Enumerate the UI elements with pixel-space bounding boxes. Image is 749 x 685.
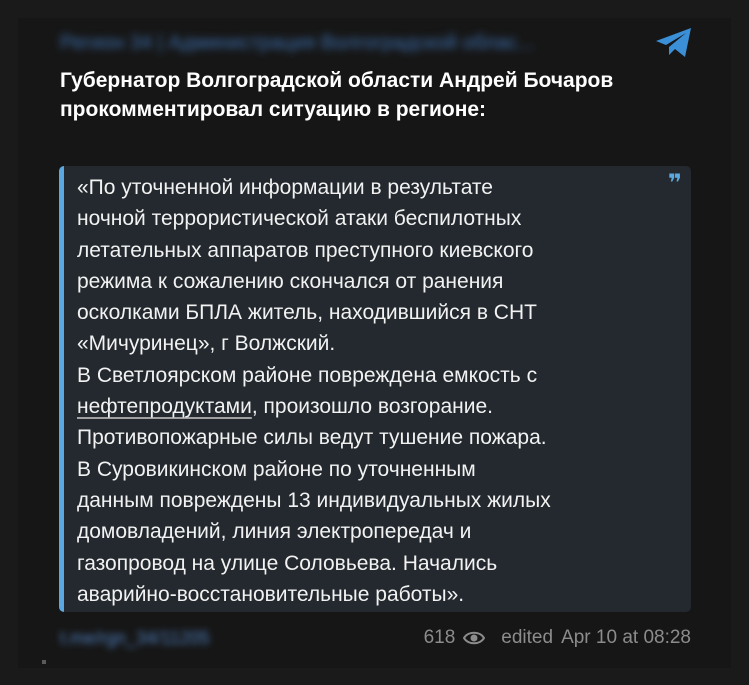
quote-accent-bar [59,166,64,612]
quote-line: летательных аппаратов преступного киевск… [77,238,534,262]
quote-link-rest: , произошло возгорание. [251,395,493,419]
channel-name[interactable]: Регион 34 | Администрация Волгоградской … [60,32,534,55]
quote-link[interactable]: нефтепродуктами [77,395,252,418]
quote-line: режима к сожалению скончался от ранения [77,269,504,293]
quote-icon: ❞ [667,170,682,197]
quote-block: ❞ «По уточненной информации в результате… [59,166,691,612]
quote-line: данным повреждены 13 индивидуальных жилы… [77,488,551,512]
post-meta: 618 edited Apr 10 at 08:28 [424,627,691,649]
edited-label: edited [501,627,554,648]
quote-line: ночной террористической атаки беспилотны… [77,207,522,231]
quote-line: аварийно-восстановительные работы». [77,582,465,606]
headline-line: Губернатор Волгоградской области Андрей … [60,69,614,92]
quote-line: осколками БПЛА житель, находившийся в СН… [77,301,537,325]
quote-line: «Мичуринец», г Волжский. [77,332,336,356]
telegram-icon[interactable] [654,26,694,60]
quote-line: домовладений, линия электропередач и [77,520,472,544]
quote-line: «По уточненной информации в результате [77,176,493,199]
quote-line-with-link: нефтепродуктами, произошло возгорание. [77,391,667,422]
quote-text: «По уточненной информации в результате н… [77,172,667,610]
view-count: 618 [423,627,456,648]
post-signature-link[interactable]: t.me/rgn_34/11205 [60,628,210,649]
quote-line: В Светлоярском районе повреждена емкость… [77,363,538,387]
quote-line: Противопожарные силы ведут тушение пожар… [77,426,547,450]
headline-line: прокомментировал ситуацию в регионе: [60,98,487,121]
quote-line: В Суровикинском районе по уточненным [77,457,476,481]
post-timestamp[interactable]: Apr 10 at 08:28 [561,627,691,649]
decorative-dot [42,660,46,664]
quote-line: газопровод на улице Соловьева. Начались [77,551,498,575]
post-headline: Губернатор Волгоградской области Андрей … [60,66,690,124]
eye-icon [463,631,486,645]
